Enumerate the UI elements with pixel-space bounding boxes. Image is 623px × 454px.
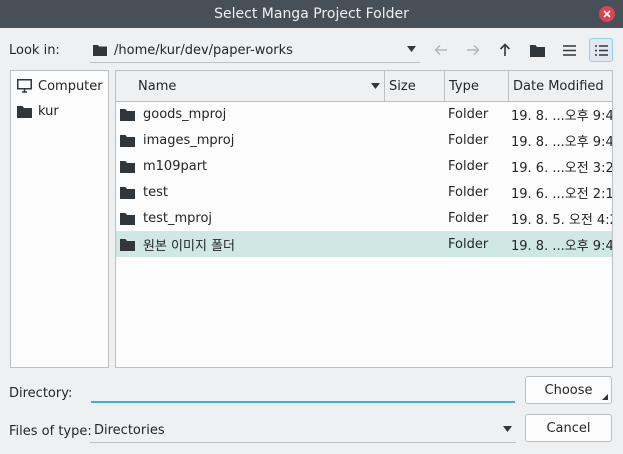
cell-type: Folder	[448, 158, 489, 174]
file-type-combo[interactable]: Directories	[90, 418, 516, 443]
arrow-left-icon	[434, 44, 447, 56]
file-type-value: Directories	[94, 422, 165, 438]
file-name: m109part	[143, 158, 208, 174]
column-header: Name Size Type Date Modified	[116, 71, 612, 102]
computer-icon	[17, 79, 32, 93]
detail-view-button[interactable]	[589, 38, 613, 62]
column-name[interactable]: Name	[116, 71, 384, 101]
sidebar-item-label: kur	[38, 103, 59, 119]
cell-name: m109part	[120, 153, 380, 179]
arrow-right-icon	[467, 44, 480, 56]
column-size[interactable]: Size	[384, 71, 444, 101]
cell-type: Folder	[448, 210, 489, 226]
sidebar-item-kur[interactable]: kur	[17, 101, 59, 121]
column-type-label: Type	[449, 78, 479, 94]
file-name: 원본 이미지 폴더	[143, 238, 235, 254]
arrow-up-icon	[499, 43, 511, 56]
sort-arrow-icon	[371, 83, 380, 89]
close-button[interactable]	[599, 6, 615, 22]
sidebar-item-label: Computer	[38, 78, 103, 94]
chevron-down-icon	[503, 426, 512, 432]
folder-icon	[120, 238, 135, 251]
table-row[interactable]: m109part Folder 19. 6. ...오전 3:26	[116, 153, 612, 179]
column-date-label: Date Modified	[513, 78, 604, 94]
window-title: Select Manga Project Folder	[214, 6, 409, 22]
cell-size	[388, 153, 444, 179]
choose-button[interactable]: Choose	[525, 376, 612, 404]
cell-date: 19. 8. 5. 오전 4:27	[511, 212, 612, 228]
detail-list-icon	[594, 44, 608, 56]
folder-icon	[120, 212, 135, 225]
file-name: images_mproj	[143, 132, 235, 148]
table-row[interactable]: images_mproj Folder 19. 8. ...오후 9:49	[116, 127, 612, 153]
chevron-down-icon	[407, 46, 416, 52]
forward-button[interactable]	[461, 38, 485, 62]
table-row[interactable]: goods_mproj Folder 19. 8. ...오후 9:43	[116, 101, 612, 127]
folder-icon	[120, 186, 135, 199]
look-in-path: /home/kur/dev/paper-works	[114, 42, 293, 58]
places-sidebar: Computer kur	[10, 70, 109, 368]
cell-type: Folder	[448, 184, 489, 200]
look-in-label: Look in:	[9, 42, 60, 58]
cell-name: test_mproj	[120, 205, 380, 231]
look-in-combo[interactable]: /home/kur/dev/paper-works	[90, 38, 420, 63]
column-name-label: Name	[138, 78, 177, 94]
directory-label: Directory:	[9, 385, 73, 401]
cell-date: 19. 8. ...오후 9:49	[511, 134, 612, 150]
folder-icon	[120, 160, 135, 173]
parent-directory-button[interactable]	[493, 38, 517, 62]
choose-button-label: Choose	[544, 382, 593, 398]
file-type-label: Files of type:	[9, 423, 92, 439]
cancel-button[interactable]: Cancel	[525, 414, 612, 442]
cell-date: 19. 6. ...오전 2:17	[511, 186, 612, 202]
corner-arrow-icon	[602, 394, 608, 400]
table-row[interactable]: test_mproj Folder 19. 8. 5. 오전 4:27	[116, 205, 612, 231]
file-name: test	[143, 184, 168, 200]
cell-size	[388, 231, 444, 257]
file-name: goods_mproj	[143, 106, 227, 122]
cell-name: test	[120, 179, 380, 205]
list-icon	[562, 44, 576, 56]
file-name: test_mproj	[143, 210, 213, 226]
cell-type: Folder	[448, 132, 489, 148]
cell-size	[388, 101, 444, 127]
directory-input[interactable]	[91, 377, 515, 403]
folder-icon	[93, 45, 107, 56]
cancel-button-label: Cancel	[546, 420, 591, 436]
sidebar-item-computer[interactable]: Computer	[17, 76, 103, 96]
cell-date: 19. 8. ...오후 9:43	[511, 108, 612, 124]
cell-name: images_mproj	[120, 127, 380, 153]
folder-icon	[120, 134, 135, 147]
folder-icon	[17, 105, 32, 118]
table-row[interactable]: test Folder 19. 6. ...오전 2:17	[116, 179, 612, 205]
back-button[interactable]	[429, 38, 453, 62]
cell-size	[388, 127, 444, 153]
folder-icon	[529, 44, 545, 57]
cell-type: Folder	[448, 106, 489, 122]
cell-name: goods_mproj	[120, 101, 380, 127]
cell-date: 19. 6. ...오전 3:26	[511, 160, 612, 176]
cell-date: 19. 8. ...오후 9:49	[511, 238, 612, 254]
file-list[interactable]: Name Size Type Date Modified goods_mproj…	[115, 70, 613, 368]
column-type[interactable]: Type	[444, 71, 508, 101]
new-folder-button[interactable]	[525, 38, 549, 62]
cell-name: 원본 이미지 폴더	[120, 231, 380, 257]
table-row[interactable]: 원본 이미지 폴더 Folder 19. 8. ...오후 9:49	[116, 231, 612, 257]
column-date[interactable]: Date Modified	[508, 71, 612, 101]
close-icon	[603, 10, 611, 18]
column-size-label: Size	[389, 78, 416, 94]
title-bar: Select Manga Project Folder	[0, 0, 623, 28]
cell-size	[388, 179, 444, 205]
folder-icon	[120, 108, 135, 121]
cell-type: Folder	[448, 236, 489, 252]
list-view-button[interactable]	[557, 38, 581, 62]
cell-size	[388, 205, 444, 231]
